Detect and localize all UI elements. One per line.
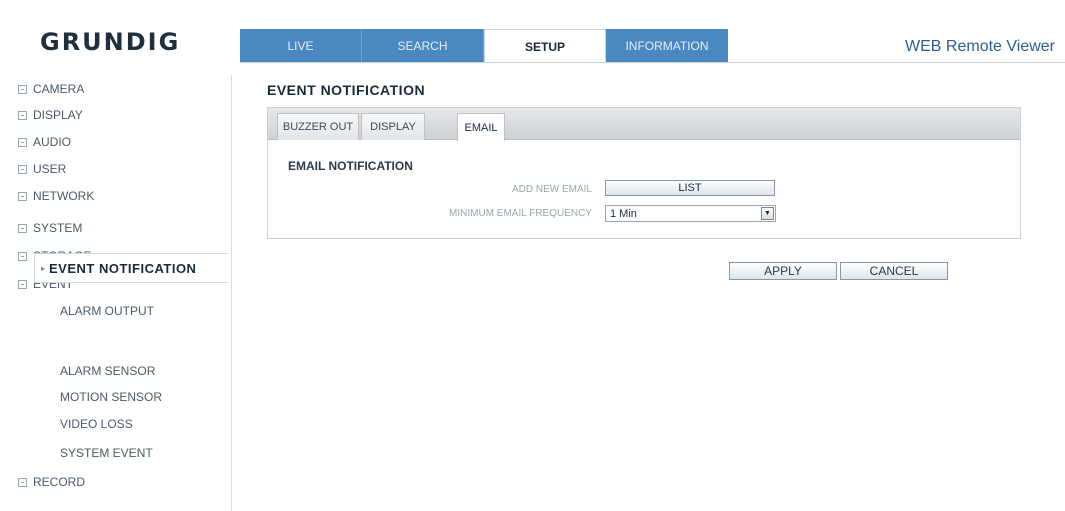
apply-button[interactable]: APPLY (729, 262, 837, 280)
grundig-logo: GRUNDIG (40, 28, 181, 56)
arrow-right-icon: ▸ (41, 263, 46, 273)
expand-box-icon (18, 137, 27, 147)
sidebar-item-network[interactable]: NETWORK (18, 188, 94, 204)
app-title: WEB Remote Viewer (905, 38, 1055, 55)
sidebar-item-label: AUDIO (33, 135, 72, 149)
expand-box-icon (18, 191, 27, 201)
section-title: EMAIL NOTIFICATION (288, 159, 413, 173)
sidebar: CAMERA DISPLAY AUDIO USER NETWORK SYSTEM… (18, 75, 232, 511)
expand-box-icon (18, 477, 27, 487)
dropdown-arrow-icon[interactable]: ▼ (761, 207, 774, 220)
sidebar-subitem-video-loss[interactable]: VIDEO LOSS (60, 416, 133, 432)
select-value: 1 Min (610, 207, 637, 220)
subtab-display[interactable]: DISPLAY (361, 113, 425, 140)
sidebar-item-camera[interactable]: CAMERA (18, 81, 84, 97)
sidebar-item-system[interactable]: SYSTEM (18, 220, 82, 236)
sidebar-item-label: USER (33, 162, 67, 176)
list-button[interactable]: LIST (605, 180, 775, 196)
sidebar-item-label: CAMERA (33, 82, 85, 96)
settings-panel: BUZZER OUT DISPLAY EMAIL EMAIL NOTIFICAT… (267, 107, 1021, 239)
sidebar-subitem-label: EVENT NOTIFICATION (49, 260, 197, 276)
main-tabs: LIVE SEARCH SETUP INFORMATION (240, 29, 728, 63)
sidebar-item-display[interactable]: DISPLAY (18, 107, 83, 123)
expand-box-icon (18, 251, 27, 261)
sidebar-item-user[interactable]: USER (18, 161, 66, 177)
sidebar-item-record[interactable]: RECORD (18, 474, 85, 490)
sidebar-subitem-alarm-output[interactable]: ALARM OUTPUT (60, 303, 154, 319)
min-email-frequency-select[interactable]: 1 Min ▼ (605, 205, 776, 222)
add-new-email-label: ADD NEW EMAIL (511, 184, 592, 195)
sidebar-subitem-motion-sensor[interactable]: MOTION SENSOR (60, 389, 162, 405)
sidebar-subitem-system-event[interactable]: SYSTEM EVENT (60, 445, 153, 461)
expand-box-icon (18, 84, 27, 94)
subtab-bar: BUZZER OUT DISPLAY EMAIL (268, 108, 1020, 141)
subtab-buzzer-out[interactable]: BUZZER OUT (277, 113, 359, 140)
sidebar-subitem-alarm-sensor[interactable]: ALARM SENSOR (60, 363, 155, 379)
cancel-button[interactable]: CANCEL (840, 262, 948, 280)
collapse-box-icon (18, 279, 27, 289)
min-email-frequency-label: MINIMUM EMAIL FREQUENCY (449, 208, 592, 219)
sidebar-item-label: DISPLAY (33, 108, 83, 122)
sidebar-subitem-event-notification[interactable]: ▸ EVENT NOTIFICATION (34, 253, 228, 283)
tab-live[interactable]: LIVE (240, 29, 362, 63)
sidebar-item-label: NETWORK (33, 189, 95, 203)
tab-search[interactable]: SEARCH (362, 29, 484, 63)
tab-setup[interactable]: SETUP (484, 29, 606, 63)
sidebar-item-label: SYSTEM (33, 221, 83, 235)
expand-box-icon (18, 223, 27, 233)
sidebar-item-audio[interactable]: AUDIO (18, 134, 71, 150)
expand-box-icon (18, 164, 27, 174)
sidebar-item-label: RECORD (33, 475, 86, 489)
subtab-email[interactable]: EMAIL (457, 113, 505, 141)
tabbar-divider (240, 62, 1065, 63)
page-title: EVENT NOTIFICATION (267, 82, 426, 98)
tab-information[interactable]: INFORMATION (606, 29, 728, 63)
expand-box-icon (18, 110, 27, 120)
